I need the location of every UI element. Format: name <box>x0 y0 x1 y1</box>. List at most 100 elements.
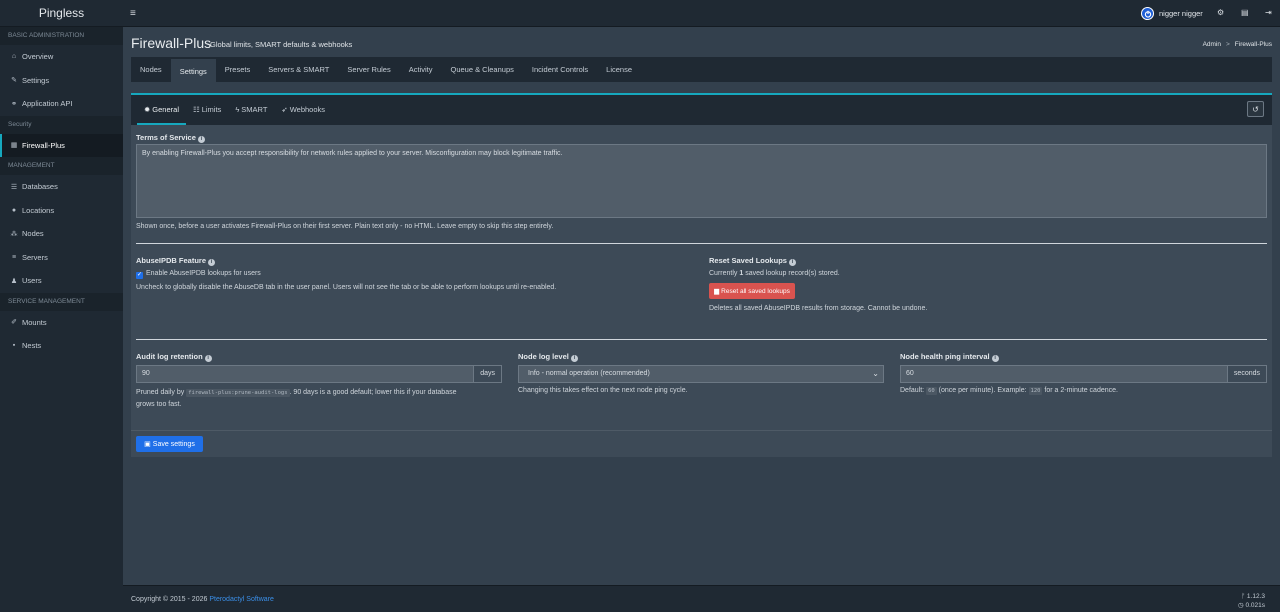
sidebar-item-overview[interactable]: ⌂ Overview <box>0 45 123 69</box>
ping-interval-group: 60 seconds <box>900 365 1267 383</box>
tab-activity[interactable]: Activity <box>400 57 442 82</box>
breadcrumb-admin[interactable]: Admin <box>1203 41 1221 48</box>
tab-server-rules[interactable]: Server Rules <box>338 57 399 82</box>
breadcrumb-current: Firewall-Plus <box>1234 41 1272 48</box>
subtab-limits[interactable]: ☷ Limits <box>186 95 228 125</box>
page-subtitle: Global limits, SMART defaults & webhooks <box>210 40 353 49</box>
sidebar-item-nodes[interactable]: ⁂ Nodes <box>0 222 123 246</box>
firewall-icon: ▦ <box>10 142 18 150</box>
sidebar-item-locations[interactable]: ● Locations <box>0 199 123 223</box>
example-interval-code: 120 <box>1028 387 1043 395</box>
sign-out-icon[interactable]: ⇥ <box>1265 8 1272 17</box>
globe-icon: ● <box>11 206 17 214</box>
power-icon <box>1144 10 1151 18</box>
subtab-general[interactable]: ✹ General <box>137 95 186 125</box>
sidebar-item-application-api[interactable]: ⚭ Application API <box>0 92 123 116</box>
box-footer-divider <box>131 430 1272 431</box>
tos-label: Terms of Service i <box>136 133 205 143</box>
render-time-row: ◷ 0.021s <box>1237 602 1265 609</box>
settings-subtabs: ✹ General ☷ Limits ϟ SMART ➶ Webhooks ↺ <box>131 95 1272 125</box>
breadcrumb-separator: > <box>1226 41 1230 48</box>
tab-incident-controls[interactable]: Incident Controls <box>523 57 597 82</box>
audit-retention-unit: days <box>474 365 502 383</box>
subtab-webhooks[interactable]: ➶ Webhooks <box>274 95 332 125</box>
sidebar-section-service: SERVICE MANAGEMENT <box>0 292 123 311</box>
tab-license[interactable]: License <box>597 57 641 82</box>
ping-interval-help: Default: 60 (once per minute). Example: … <box>900 387 1118 395</box>
main-content: Firewall-Plus Global limits, SMART defau… <box>123 27 1280 585</box>
home-icon: ⌂ <box>11 53 17 61</box>
sitemap-icon: ⁂ <box>10 230 18 238</box>
abuse-label: AbuseIPDB Feature i <box>136 256 216 266</box>
sidebar-item-databases[interactable]: ☰ Databases <box>0 175 123 199</box>
menu-toggle-icon[interactable]: ≡ <box>130 8 136 19</box>
ping-interval-input[interactable]: 60 <box>900 365 1228 383</box>
main-tabs: Nodes Settings Presets Servers & SMART S… <box>131 57 1272 82</box>
cog-icon: ✹ <box>144 105 151 114</box>
avatar <box>1141 7 1154 20</box>
info-icon: i <box>788 259 796 266</box>
tab-presets[interactable]: Presets <box>216 57 259 82</box>
undo-icon: ↺ <box>1252 104 1259 114</box>
sliders-icon: ☷ <box>192 105 200 114</box>
page-title: Firewall-Plus <box>131 35 212 51</box>
gamepad-icon[interactable]: ⚙ <box>1217 8 1224 17</box>
tab-servers-smart[interactable]: Servers & SMART <box>259 57 338 82</box>
username: nigger nigger <box>1159 9 1203 18</box>
divider <box>136 243 1267 244</box>
brand-logo[interactable]: Pingless <box>0 0 123 27</box>
divider <box>136 339 1267 340</box>
tab-queue-cleanups[interactable]: Queue & Cleanups <box>441 57 522 82</box>
info-icon: i <box>197 136 205 143</box>
abuse-checkbox-row[interactable]: ✓ Enable AbuseIPDB lookups for users <box>136 270 261 279</box>
ping-interval-unit: seconds <box>1227 365 1267 383</box>
abuse-checkbox[interactable]: ✓ <box>136 272 143 279</box>
breadcrumb: Admin > Firewall-Plus <box>1203 41 1272 48</box>
code-branch-icon: ᚠ <box>1241 593 1246 600</box>
reset-lookups-status: Currently 1 saved lookup record(s) store… <box>709 270 840 277</box>
info-icon: i <box>204 355 212 362</box>
tos-textarea[interactable]: By enabling Firewall-Plus you accept res… <box>136 144 1267 218</box>
reset-lookups-button[interactable]: ▆ Reset all saved lookups <box>709 283 795 299</box>
save-settings-button[interactable]: ▣ Save settings <box>136 436 203 452</box>
subtab-smart[interactable]: ϟ SMART <box>228 95 274 125</box>
settings-box: ✹ General ☷ Limits ϟ SMART ➶ Webhooks ↺ Term… <box>131 93 1272 457</box>
audit-command-code: firewall-plus:prune-audit-logs <box>186 389 290 397</box>
save-icon: ▣ <box>144 441 151 448</box>
th-large-icon: ▪ <box>12 342 16 350</box>
tab-nodes[interactable]: Nodes <box>131 57 171 82</box>
paper-plane-icon: ➶ <box>281 105 288 114</box>
sidebar-item-users[interactable]: ♟ Users <box>0 269 123 293</box>
info-icon: i <box>208 259 216 266</box>
user-menu[interactable]: nigger nigger <box>1141 7 1203 20</box>
users-icon: ♟ <box>10 277 18 285</box>
tab-settings[interactable]: Settings <box>170 57 216 82</box>
server-list-icon[interactable]: ▤ <box>1241 8 1249 17</box>
sidebar-item-mounts[interactable]: ✐ Mounts <box>0 311 123 335</box>
sidebar-item-firewall-plus[interactable]: ▦ Firewall-Plus <box>0 133 123 157</box>
sidebar-item-settings[interactable]: ✎ Settings <box>0 69 123 93</box>
link-icon: ⚭ <box>11 100 17 108</box>
footer: Copyright © 2015 - 2026 Pterodactyl Soft… <box>123 585 1280 612</box>
undo-button[interactable]: ↺ <box>1247 101 1264 117</box>
bolt-icon: ϟ <box>235 105 240 114</box>
pterodactyl-link[interactable]: Pterodactyl Software <box>209 596 274 603</box>
reset-lookups-label: Reset Saved Lookups i <box>709 256 796 266</box>
node-log-level-help: Changing this takes effect on the next n… <box>518 387 688 394</box>
sidebar-item-nests[interactable]: ▪ Nests <box>0 334 123 358</box>
sidebar: Pingless BASIC ADMINISTRATION ⌂ Overview … <box>0 0 123 612</box>
node-log-level-select[interactable]: Info - normal operation (recommended) ⌄ <box>518 365 884 383</box>
sidebar-section-management: MANAGEMENT <box>0 157 123 175</box>
copyright: Copyright © 2015 - 2026 Pterodactyl Soft… <box>131 596 274 603</box>
audit-retention-input[interactable]: 90 <box>136 365 475 383</box>
reset-lookups-help: Deletes all saved AbuseIPDB results from… <box>709 305 928 312</box>
audit-retention-help: Pruned daily by firewall-plus:prune-audi… <box>136 389 457 408</box>
wrench-icon: ✎ <box>11 77 17 85</box>
default-interval-code: 60 <box>926 387 937 395</box>
topbar: ≡ nigger nigger ⚙ ▤ ⇥ <box>123 0 1280 27</box>
sidebar-item-servers[interactable]: ≡ Servers <box>0 246 123 270</box>
trash-icon: ▆ <box>714 288 720 295</box>
database-icon: ☰ <box>10 183 18 191</box>
node-log-level-label: Node log level i <box>518 352 578 362</box>
version-row: ᚠ 1.12.3 <box>1241 593 1265 600</box>
